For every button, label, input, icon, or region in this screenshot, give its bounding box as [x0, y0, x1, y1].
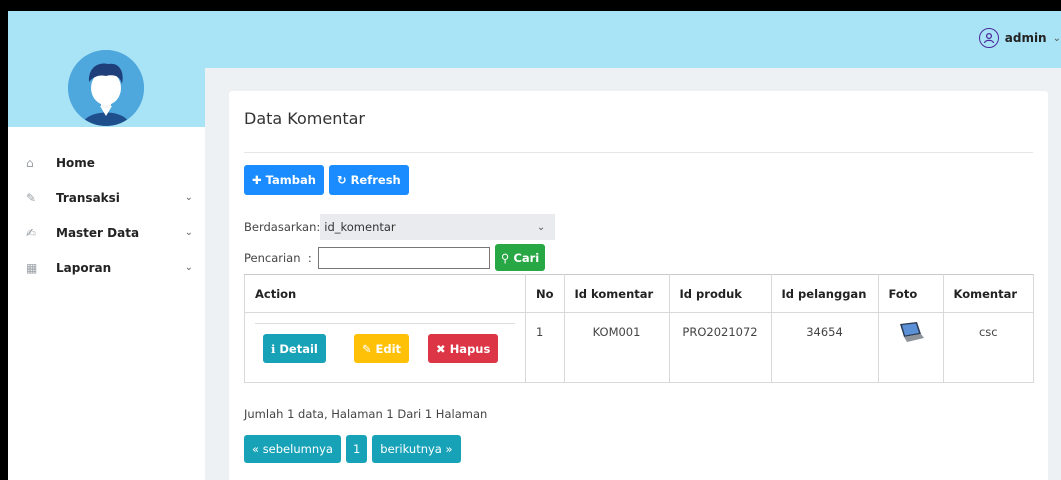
pencil-icon: ✎	[26, 190, 37, 205]
chevron-down-icon: ⌄	[536, 221, 546, 233]
search-button-label: Cari	[513, 250, 540, 265]
page-title: Data Komentar	[244, 109, 365, 128]
user-menu[interactable]: admin ⌄	[978, 28, 1061, 48]
divider	[244, 152, 1033, 153]
delete-button-label: Hapus	[449, 341, 491, 356]
col-header: Action	[244, 274, 526, 313]
refresh-icon: ↻	[336, 173, 347, 187]
user-circle-icon	[978, 28, 999, 48]
search-icon: ⚲	[501, 250, 510, 265]
detail-button[interactable]: ℹ Detail	[263, 334, 326, 363]
topbar: admin ⌄	[205, 11, 1061, 68]
col-header: Id pelanggan	[770, 274, 879, 313]
col-header: No	[525, 274, 565, 313]
delete-button[interactable]: ✖ Hapus	[428, 334, 499, 363]
sidebar-item-label: Home	[56, 155, 95, 170]
edit-button[interactable]: ✎ Edit	[353, 334, 410, 363]
info-icon: ℹ	[271, 341, 276, 356]
user-name: admin	[1004, 31, 1047, 45]
data-card: Data Komentar ✚ Tambah ↻ Refresh Berdasa…	[229, 91, 1048, 480]
cell-id-komentar: KOM001	[563, 312, 670, 383]
search-input[interactable]	[318, 246, 490, 269]
search-row: Pencarian : ⚲ Cari	[244, 244, 546, 271]
sidebar-item-label: Laporan	[56, 260, 112, 275]
pagination-info: Jumlah 1 data, Halaman 1 Dari 1 Halaman	[244, 407, 488, 421]
app-frame: admin ⌄ ⌂ Home ✎ Transaksi ⌄ ✍ Master Da…	[8, 11, 1061, 480]
edit-button-label: Edit	[375, 341, 402, 356]
close-icon: ✖	[436, 341, 446, 356]
cell-no: 1	[525, 312, 565, 383]
sidebar-item-label: Master Data	[56, 225, 140, 240]
add-button-label: Tambah	[265, 173, 316, 187]
col-header: Komentar	[942, 274, 1035, 313]
filter-select[interactable]: id_komentar ⌄	[320, 214, 556, 240]
data-table: Action No Id komentar Id produk Id pelan…	[244, 274, 1035, 383]
filter-row: Berdasarkan: id_komentar ⌄	[244, 214, 556, 240]
sidebar-item-laporan[interactable]: ▦ Laporan ⌄	[8, 250, 205, 285]
add-button[interactable]: ✚ Tambah	[244, 165, 324, 195]
chevron-down-icon: ⌄	[184, 227, 193, 238]
chevron-down-icon: ⌄	[184, 192, 193, 203]
col-header: Foto	[877, 274, 944, 313]
col-header: Id komentar	[563, 274, 670, 313]
home-icon: ⌂	[26, 155, 34, 170]
search-button[interactable]: ⚲ Cari	[495, 244, 546, 271]
cell-komentar: csc	[942, 312, 1035, 383]
prev-page-button[interactable]: « sebelumnya	[244, 435, 341, 463]
sidebar-header	[8, 11, 205, 127]
action-buttons: ℹ Detail ✎ Edit ✖ Hapus	[255, 323, 515, 363]
search-label: Pencarian :	[244, 250, 312, 265]
plus-square-icon: ✚	[252, 173, 262, 187]
refresh-button[interactable]: ↻ Refresh	[328, 165, 409, 195]
cell-id-produk: PRO2021072	[668, 312, 772, 383]
sidebar-menu: ⌂ Home ✎ Transaksi ⌄ ✍ Master Data ⌄ ▦ L…	[8, 127, 205, 285]
chevron-down-icon: ⌄	[1052, 32, 1061, 44]
refresh-button-label: Refresh	[350, 173, 401, 187]
toolbar: ✚ Tambah ↻ Refresh	[244, 165, 409, 195]
chevron-down-icon: ⌄	[184, 262, 193, 273]
filter-select-value: id_komentar	[324, 220, 396, 234]
sidebar-item-home[interactable]: ⌂ Home	[8, 145, 205, 180]
sidebar-item-label: Transaksi	[56, 190, 120, 205]
avatar	[68, 50, 144, 126]
table-header-row: Action No Id komentar Id produk Id pelan…	[244, 274, 1035, 313]
page-1-button[interactable]: 1	[345, 435, 368, 463]
cell-foto	[877, 312, 944, 383]
sidebar-item-master-data[interactable]: ✍ Master Data ⌄	[8, 215, 205, 250]
next-page-button[interactable]: berikutnya »	[372, 435, 461, 463]
pagination: « sebelumnya 1 berikutnya »	[244, 435, 461, 463]
table-row: ℹ Detail ✎ Edit ✖ Hapus 1 KOM001 PRO2021…	[244, 312, 1035, 383]
sidebar: ⌂ Home ✎ Transaksi ⌄ ✍ Master Data ⌄ ▦ L…	[8, 11, 205, 480]
filter-label: Berdasarkan:	[244, 220, 321, 234]
action-cell: ℹ Detail ✎ Edit ✖ Hapus	[244, 312, 526, 383]
laptop-thumbnail[interactable]	[897, 321, 925, 343]
col-header: Id produk	[668, 274, 772, 313]
detail-button-label: Detail	[279, 341, 318, 356]
sidebar-item-transaksi[interactable]: ✎ Transaksi ⌄	[8, 180, 205, 215]
cell-id-pelanggan: 34654	[770, 312, 879, 383]
edit-icon: ✎	[361, 341, 372, 356]
edit-icon: ✍	[26, 225, 37, 240]
calendar-icon: ▦	[26, 260, 38, 275]
